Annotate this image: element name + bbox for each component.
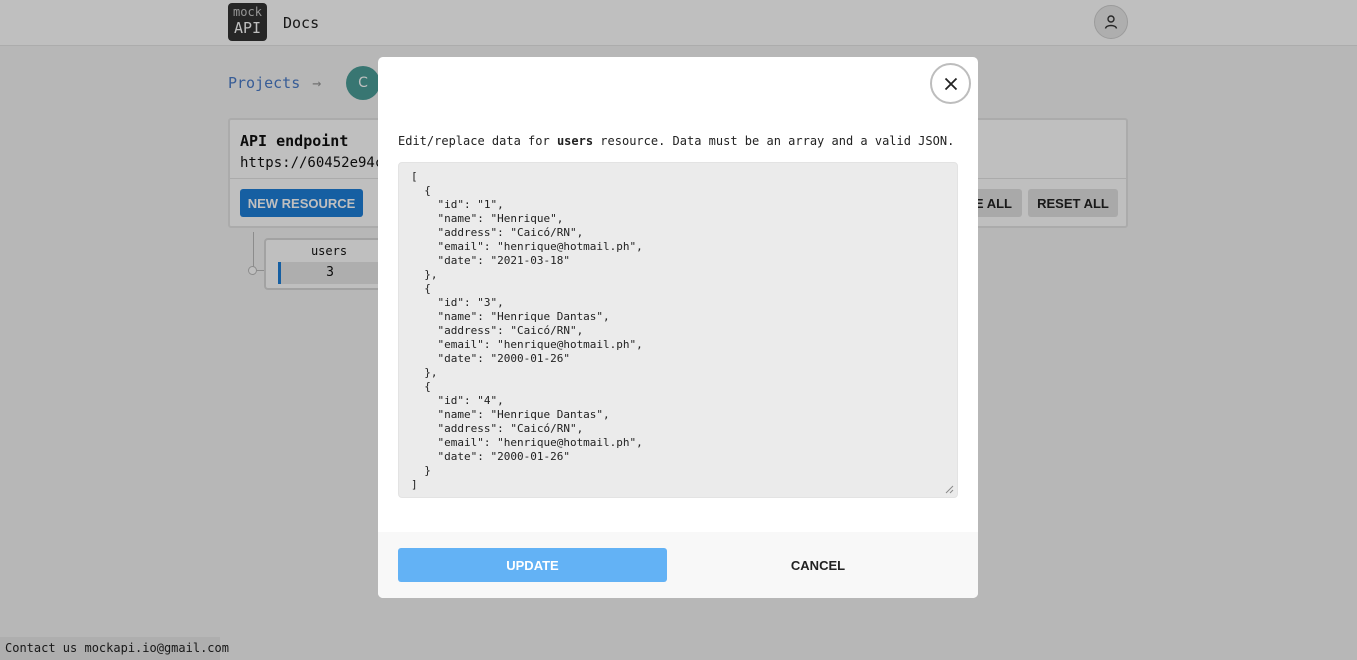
cancel-button[interactable]: CANCEL [684, 548, 952, 582]
update-button[interactable]: UPDATE [398, 548, 667, 582]
close-icon [944, 77, 957, 90]
modal-footer: UPDATE CANCEL [378, 532, 978, 598]
close-modal-button[interactable] [930, 63, 971, 104]
description-prefix: Edit/replace data for [398, 134, 557, 148]
modal-description: Edit/replace data for users resource. Da… [398, 134, 954, 148]
json-data-textarea[interactable] [398, 162, 958, 498]
description-resource-name: users [556, 134, 594, 148]
edit-data-modal: Edit/replace data for users resource. Da… [378, 57, 978, 598]
resize-grip-icon[interactable] [944, 484, 954, 494]
description-suffix: resource. Data must be an array and a va… [593, 134, 955, 148]
